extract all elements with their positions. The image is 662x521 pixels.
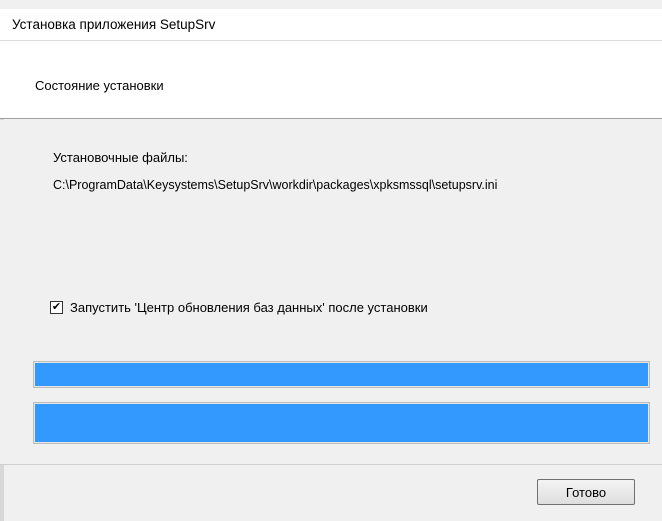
installation-files-path: C:\ProgramData\Keysystems\SetupSrv\workd… bbox=[53, 178, 498, 192]
installation-status-heading: Состояние установки bbox=[35, 78, 164, 93]
setup-window: Установка приложения SetupSrv Состояние … bbox=[0, 0, 662, 521]
launch-update-center-checkbox[interactable]: ✔ bbox=[50, 301, 63, 314]
progress-bar-secondary bbox=[33, 402, 650, 444]
done-button[interactable]: Готово bbox=[537, 479, 635, 505]
launch-update-center-label[interactable]: Запустить 'Центр обновления баз данных' … bbox=[70, 300, 428, 315]
launch-update-center-option[interactable]: ✔ Запустить 'Центр обновления баз данных… bbox=[50, 300, 428, 315]
title-bar[interactable]: Установка приложения SetupSrv bbox=[0, 9, 662, 41]
window-title: Установка приложения SetupSrv bbox=[12, 17, 216, 32]
checkmark-icon: ✔ bbox=[51, 301, 62, 313]
progress-bar-secondary-fill bbox=[35, 404, 648, 442]
progress-bar-primary-fill bbox=[35, 363, 648, 386]
footer-divider bbox=[0, 464, 662, 465]
progress-bar-primary bbox=[33, 361, 650, 388]
installation-files-label: Установочные файлы: bbox=[53, 150, 188, 165]
header-panel: Состояние установки bbox=[0, 41, 662, 119]
content-panel: Установочные файлы: C:\ProgramData\Keysy… bbox=[0, 120, 662, 464]
